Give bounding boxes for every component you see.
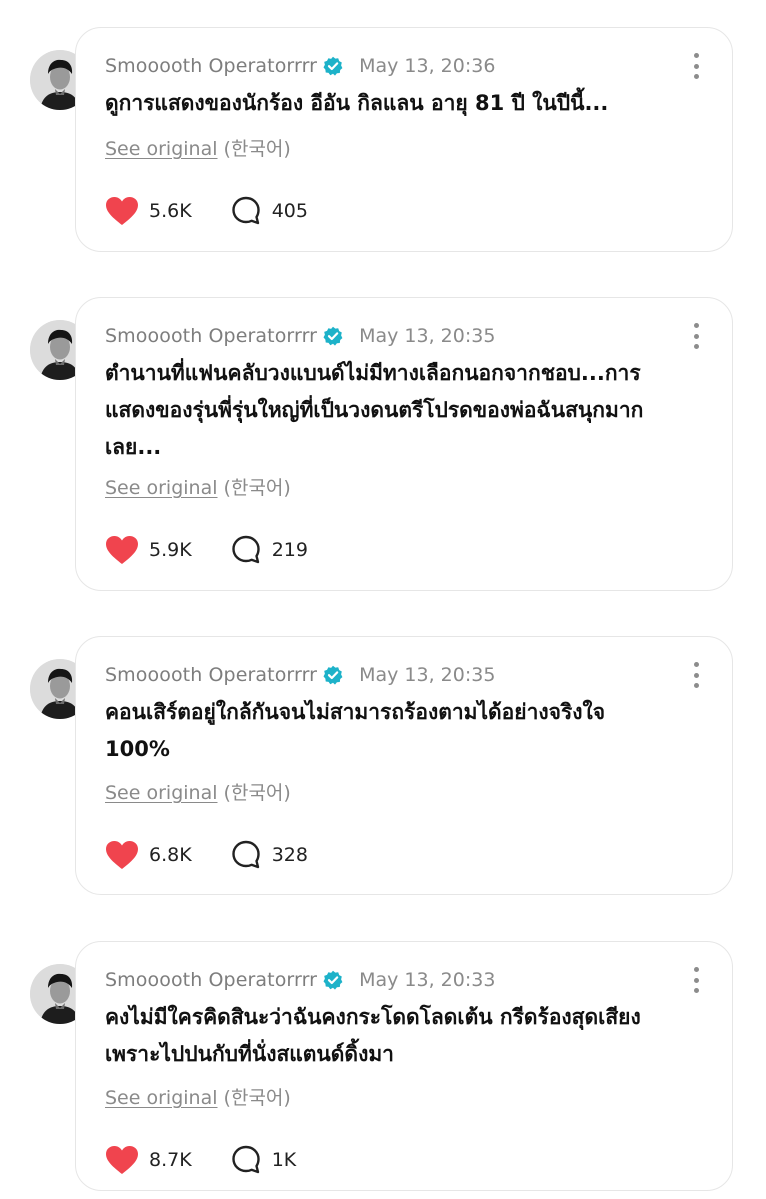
like-count: 8.7K [149, 1149, 192, 1171]
post-actions: 5.9K 219 [105, 534, 308, 566]
more-options-icon[interactable] [690, 323, 702, 349]
post-card[interactable]: Smooooth Operatorrrr May 13, 20:35 คอนเส… [75, 636, 733, 895]
like-count: 5.6K [149, 200, 192, 222]
original-language: (한국어) [223, 1087, 291, 1109]
post-card[interactable]: Smooooth Operatorrrr May 13, 20:36 ดูการ… [75, 27, 733, 252]
author-name[interactable]: Smooooth Operatorrrr [105, 325, 317, 347]
comment-button[interactable]: 405 [230, 195, 308, 227]
translation-row: See original (한국어) [105, 134, 291, 161]
post-text-line: แสดงของรุ่นพี่รุ่นใหญ่ที่เป็นวงดนตรีโปรด… [105, 398, 644, 422]
heart-icon [106, 197, 138, 225]
more-options-icon[interactable] [690, 967, 702, 993]
post-timestamp: May 13, 20:35 [359, 325, 496, 347]
see-original-link[interactable]: See original [105, 477, 218, 499]
post-text-line: ดูการแสดงของนักร้อง อีอัน กิลแลน อายุ 81… [105, 91, 609, 115]
post-text-line: เลย... [105, 435, 162, 459]
original-language: (한국어) [223, 477, 291, 499]
comment-bubble-icon [231, 535, 260, 564]
post-header: Smooooth Operatorrrr May 13, 20:33 [105, 966, 495, 994]
original-language: (한국어) [223, 782, 291, 804]
post-header: Smooooth Operatorrrr May 13, 20:35 [105, 661, 495, 689]
post-text-line: 100% [105, 737, 170, 761]
see-original-link[interactable]: See original [105, 138, 218, 160]
verified-badge-icon [323, 970, 343, 990]
post-text-line: ตำนานที่แฟนคลับวงแบนด์ไม่มีทางเลือกนอกจา… [105, 361, 641, 385]
post-actions: 8.7K 1K [105, 1144, 296, 1176]
translation-row: See original (한국어) [105, 473, 291, 500]
post-text: คงไม่มีใครคิดสินะว่าฉันคงกระโดดโลดเต้น ก… [105, 999, 705, 1073]
post-timestamp: May 13, 20:36 [359, 55, 496, 77]
author-name[interactable]: Smooooth Operatorrrr [105, 969, 317, 991]
heart-icon [106, 1146, 138, 1174]
like-button[interactable]: 8.7K [105, 1145, 192, 1175]
comment-button[interactable]: 328 [230, 839, 308, 871]
like-button[interactable]: 6.8K [105, 840, 192, 870]
post-timestamp: May 13, 20:33 [359, 969, 496, 991]
post-header: Smooooth Operatorrrr May 13, 20:35 [105, 322, 495, 350]
original-language: (한국어) [223, 138, 291, 160]
post-card[interactable]: Smooooth Operatorrrr May 13, 20:33 คงไม่… [75, 941, 733, 1191]
comment-bubble-icon [231, 196, 260, 225]
like-count: 6.8K [149, 844, 192, 866]
heart-icon [106, 536, 138, 564]
comment-count: 219 [271, 539, 308, 561]
like-button[interactable]: 5.9K [105, 535, 192, 565]
comment-bubble-icon [231, 1145, 260, 1174]
post-text-line: เพราะไปปนกับที่นั่งสแตนด์ดิ้งมา [105, 1042, 394, 1066]
like-button[interactable]: 5.6K [105, 196, 192, 226]
comment-count: 1K [271, 1149, 297, 1171]
verified-badge-icon [323, 56, 343, 76]
post-text: คอนเสิร์ตอยู่ใกล้กันจนไม่สามารถร้องตามได… [105, 694, 705, 768]
comment-count: 328 [271, 844, 308, 866]
verified-badge-icon [323, 665, 343, 685]
post-header: Smooooth Operatorrrr May 13, 20:36 [105, 52, 495, 80]
post-text: ตำนานที่แฟนคลับวงแบนด์ไม่มีทางเลือกนอกจา… [105, 355, 705, 466]
comment-count: 405 [271, 200, 308, 222]
post-text-line: คอนเสิร์ตอยู่ใกล้กันจนไม่สามารถร้องตามได… [105, 700, 606, 724]
like-count: 5.9K [149, 539, 192, 561]
heart-icon [106, 841, 138, 869]
comment-button[interactable]: 219 [230, 534, 308, 566]
post-text-line: คงไม่มีใครคิดสินะว่าฉันคงกระโดดโลดเต้น ก… [105, 1005, 641, 1029]
translation-row: See original (한국어) [105, 1083, 291, 1110]
post-actions: 5.6K 405 [105, 195, 308, 227]
post-timestamp: May 13, 20:35 [359, 664, 496, 686]
verified-badge-icon [323, 326, 343, 346]
comment-bubble-icon [231, 840, 260, 869]
post-actions: 6.8K 328 [105, 839, 308, 871]
see-original-link[interactable]: See original [105, 782, 218, 804]
more-options-icon[interactable] [690, 53, 702, 79]
comment-button[interactable]: 1K [230, 1144, 297, 1176]
post-text: ดูการแสดงของนักร้อง อีอัน กิลแลน อายุ 81… [105, 85, 705, 122]
more-options-icon[interactable] [690, 662, 702, 688]
translation-row: See original (한국어) [105, 778, 291, 805]
author-name[interactable]: Smooooth Operatorrrr [105, 664, 317, 686]
post-card[interactable]: Smooooth Operatorrrr May 13, 20:35 ตำนาน… [75, 297, 733, 591]
see-original-link[interactable]: See original [105, 1087, 218, 1109]
author-name[interactable]: Smooooth Operatorrrr [105, 55, 317, 77]
